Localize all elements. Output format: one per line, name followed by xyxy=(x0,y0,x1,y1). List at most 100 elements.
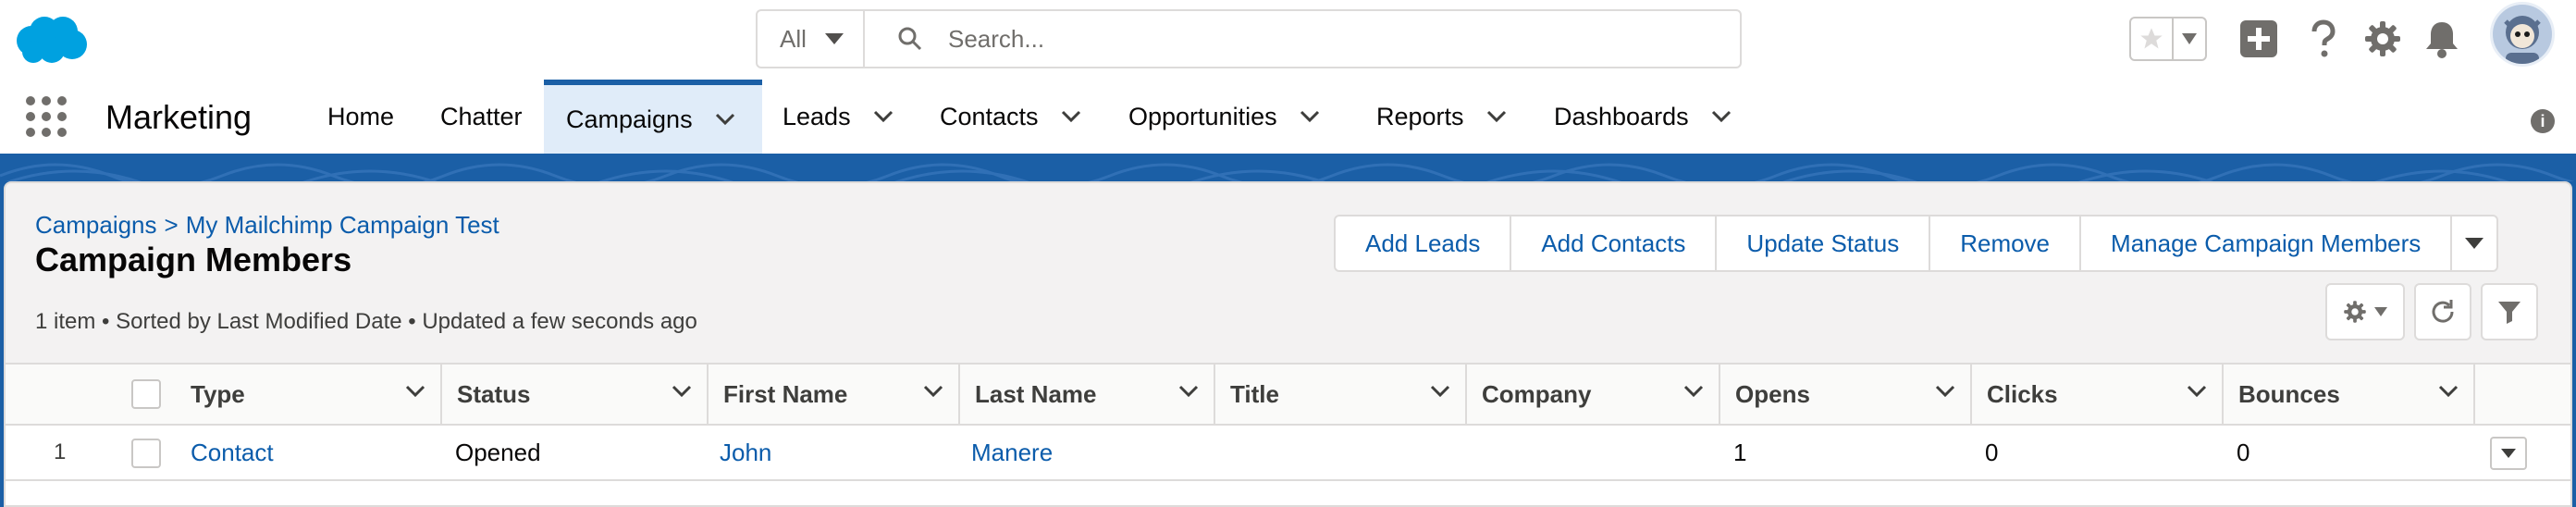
bell-icon xyxy=(2426,22,2458,58)
salesforce-cloud-logo[interactable] xyxy=(11,13,89,67)
chevron-down-icon[interactable] xyxy=(1430,385,1450,398)
nav-item-leads[interactable]: Leads xyxy=(762,80,914,154)
plus-icon xyxy=(2240,20,2277,57)
chevron-down-icon xyxy=(824,33,844,44)
avatar[interactable] xyxy=(2490,2,2555,67)
refresh-icon xyxy=(2432,300,2454,323)
notifications-button[interactable] xyxy=(2420,17,2464,61)
column-header-status[interactable]: Status xyxy=(440,365,707,424)
add-leads-button[interactable]: Add Leads xyxy=(1336,216,1512,270)
chevron-down-icon[interactable] xyxy=(1711,110,1732,123)
chevron-down-icon[interactable] xyxy=(1300,110,1320,123)
banner-pattern xyxy=(0,163,2575,181)
chevron-down-icon[interactable] xyxy=(672,385,692,398)
column-header-company[interactable]: Company xyxy=(1465,365,1719,424)
refresh-button[interactable] xyxy=(2414,283,2471,340)
column-header-title[interactable]: Title xyxy=(1214,365,1465,424)
table-empty-area xyxy=(6,481,2570,505)
help-icon xyxy=(2311,19,2336,57)
more-actions-button[interactable] xyxy=(2452,216,2497,270)
column-header-type[interactable]: Type xyxy=(176,365,440,424)
campaign-members-card: Campaigns > My Mailchimp Campaign Test Cam… xyxy=(4,181,2572,507)
chevron-down-icon xyxy=(2182,33,2197,44)
column-header-last-name[interactable]: Last Name xyxy=(958,365,1214,424)
nav-item-home[interactable]: Home xyxy=(307,80,414,154)
column-label: Company xyxy=(1482,379,1592,408)
first-name-cell-link[interactable]: John xyxy=(720,426,771,479)
column-header-clicks[interactable]: Clicks xyxy=(1970,365,2222,424)
breadcrumb-campaigns-link[interactable]: Campaigns xyxy=(35,211,157,239)
add-contacts-button[interactable]: Add Contacts xyxy=(1511,216,1718,270)
nav-item-dashboards[interactable]: Dashboards xyxy=(1534,80,1752,154)
column-header-bounces[interactable]: Bounces xyxy=(2222,365,2473,424)
breadcrumb-campaign-link[interactable]: My Mailchimp Campaign Test xyxy=(186,211,499,239)
select-all-checkbox[interactable] xyxy=(131,379,161,409)
type-cell-link[interactable]: Contact xyxy=(191,426,274,479)
opens-cell: 1 xyxy=(1733,438,1747,466)
search-input[interactable]: Search... xyxy=(865,11,1740,67)
column-header-actions xyxy=(2473,365,2570,424)
nav-item-label: Contacts xyxy=(940,102,1039,130)
nav-item-chatter[interactable]: Chatter xyxy=(420,80,543,154)
chevron-down-icon[interactable] xyxy=(1486,110,1507,123)
chevron-down-icon[interactable] xyxy=(2187,385,2207,398)
chevron-down-icon[interactable] xyxy=(873,110,894,123)
global-actions-button[interactable] xyxy=(2237,17,2281,61)
table-header: Type Status First Name Last Name Title C… xyxy=(6,363,2570,426)
chevron-down-icon xyxy=(2374,307,2387,316)
row-actions-button[interactable] xyxy=(2490,437,2527,470)
help-button[interactable] xyxy=(2301,17,2346,61)
column-header-first-name[interactable]: First Name xyxy=(707,365,958,424)
last-name-cell-link[interactable]: Manere xyxy=(971,426,1053,479)
row-checkbox[interactable] xyxy=(131,439,161,468)
page-title: Campaign Members xyxy=(35,241,352,278)
app-navigation-bar: Marketing Home Chatter Campaigns Leads C… xyxy=(0,80,2576,159)
nav-item-opportunities[interactable]: Opportunities xyxy=(1108,80,1340,154)
update-status-button[interactable]: Update Status xyxy=(1717,216,1931,270)
column-header-opens[interactable]: Opens xyxy=(1719,365,1970,424)
chevron-down-icon[interactable] xyxy=(1935,385,1955,398)
chevron-down-icon xyxy=(2501,449,2516,458)
nav-item-label: Leads xyxy=(783,102,851,130)
search-scope-label: All xyxy=(780,24,807,53)
nav-item-reports[interactable]: Reports xyxy=(1356,80,1527,154)
nav-item-label: Campaigns xyxy=(566,105,693,133)
column-label: First Name xyxy=(723,379,848,408)
chevron-down-icon[interactable] xyxy=(1061,110,1081,123)
favorites-button[interactable] xyxy=(2129,17,2207,61)
list-actions: Add Leads Add Contacts Update Status Rem… xyxy=(1334,215,2499,272)
list-meta: 1 item • Sorted by Last Modified Date • … xyxy=(35,309,697,334)
column-label: Bounces xyxy=(2238,379,2340,408)
gear-icon xyxy=(2365,21,2400,56)
clicks-cell: 0 xyxy=(1985,438,1999,466)
setup-button[interactable] xyxy=(2360,17,2405,61)
global-search: All Search... xyxy=(756,9,1742,68)
app-launcher-icon[interactable] xyxy=(26,96,67,137)
nav-item-label: Reports xyxy=(1376,102,1464,130)
chevron-down-icon[interactable] xyxy=(1178,385,1199,398)
brand-banner xyxy=(0,154,2576,181)
chevron-down-icon[interactable] xyxy=(2438,385,2459,398)
app-name: Marketing xyxy=(105,98,253,136)
chevron-down-icon[interactable] xyxy=(405,385,425,398)
star-icon[interactable] xyxy=(2131,19,2174,59)
remove-button[interactable]: Remove xyxy=(1930,216,2082,270)
filter-icon xyxy=(2498,302,2521,324)
column-label: Type xyxy=(191,379,245,408)
search-scope-select[interactable]: All xyxy=(758,11,865,67)
search-icon xyxy=(898,27,922,51)
manage-campaign-members-button[interactable]: Manage Campaign Members xyxy=(2081,216,2453,270)
info-icon[interactable]: i xyxy=(2531,109,2555,133)
nav-item-contacts[interactable]: Contacts xyxy=(919,80,1102,154)
filter-button[interactable] xyxy=(2481,283,2538,340)
chevron-down-icon[interactable] xyxy=(923,385,943,398)
chevron-down-icon[interactable] xyxy=(1683,385,1704,398)
chevron-down-icon[interactable] xyxy=(715,113,735,126)
nav-item-campaigns[interactable]: Campaigns xyxy=(544,80,762,154)
favorites-menu-button[interactable] xyxy=(2174,19,2205,59)
list-settings-button[interactable] xyxy=(2325,283,2405,340)
search-placeholder: Search... xyxy=(948,24,1045,53)
bounces-cell: 0 xyxy=(2237,438,2250,466)
gear-icon xyxy=(2344,301,2366,323)
status-cell: Opened xyxy=(455,438,541,466)
